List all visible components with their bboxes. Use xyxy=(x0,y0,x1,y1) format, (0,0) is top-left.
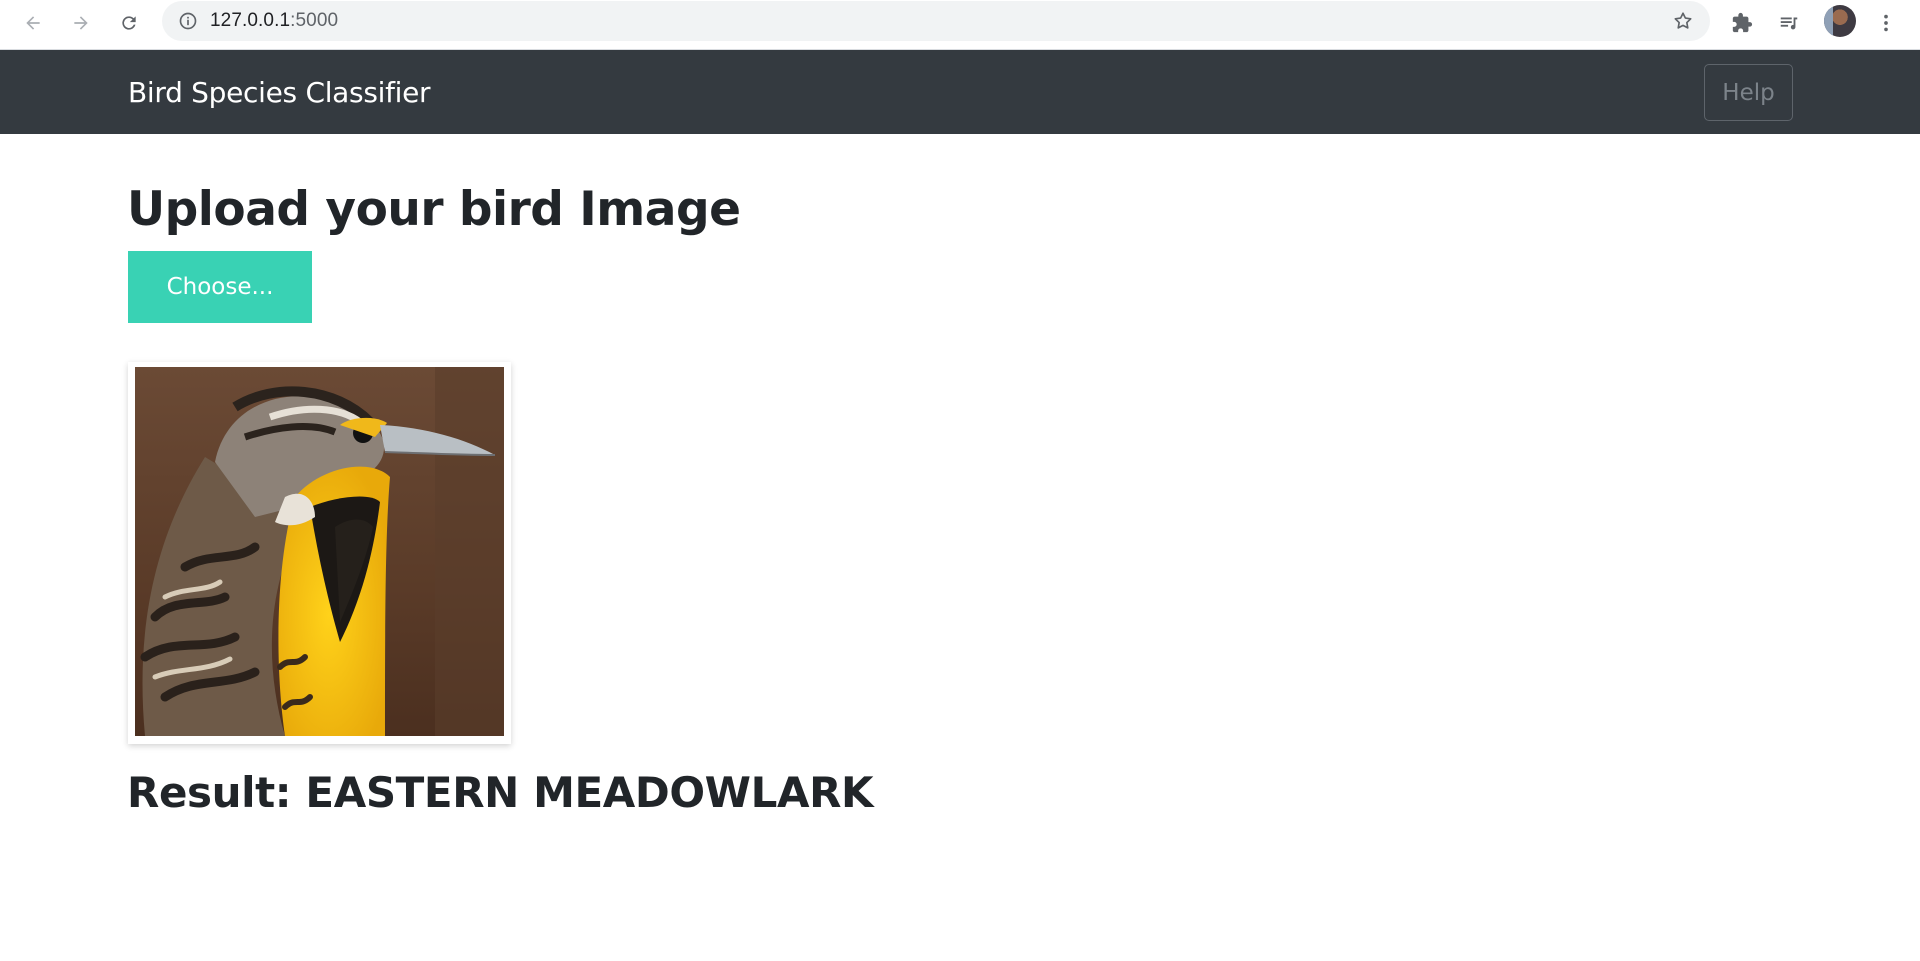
reload-icon xyxy=(122,16,136,30)
kebab-menu-icon xyxy=(1884,14,1888,32)
choose-file-button[interactable]: Choose... xyxy=(128,251,312,323)
app-navbar: Bird Species Classifier Help xyxy=(0,50,1920,134)
profile-avatar[interactable] xyxy=(1824,5,1856,37)
media-queue-icon xyxy=(1780,17,1798,30)
back-button[interactable] xyxy=(18,8,48,38)
url-text: 127.0.0.1:5000 xyxy=(210,10,338,32)
browser-menu-button[interactable] xyxy=(1871,8,1901,38)
back-arrow-icon xyxy=(26,16,40,30)
media-queue-button[interactable] xyxy=(1774,8,1804,38)
forward-button[interactable] xyxy=(66,8,96,38)
navbar-brand[interactable]: Bird Species Classifier xyxy=(128,76,431,109)
result-text: Result: EASTERN MEADOWLARK xyxy=(127,768,874,817)
bookmark-star-icon[interactable] xyxy=(1672,10,1694,32)
bird-photo xyxy=(135,367,504,736)
extensions-icon xyxy=(1732,12,1753,33)
help-button[interactable]: Help xyxy=(1704,64,1793,121)
address-bar[interactable]: 127.0.0.1:5000 xyxy=(162,1,1710,41)
page-title: Upload your bird Image xyxy=(127,182,741,237)
reload-button[interactable] xyxy=(114,8,144,38)
extensions-button[interactable] xyxy=(1727,8,1757,38)
uploaded-image-preview xyxy=(128,362,511,744)
site-info-icon[interactable] xyxy=(178,11,198,31)
forward-arrow-icon xyxy=(74,16,88,30)
url-host: 127.0.0.1 xyxy=(210,10,291,31)
url-port: :5000 xyxy=(290,10,339,31)
browser-toolbar: 127.0.0.1:5000 xyxy=(0,0,1920,50)
